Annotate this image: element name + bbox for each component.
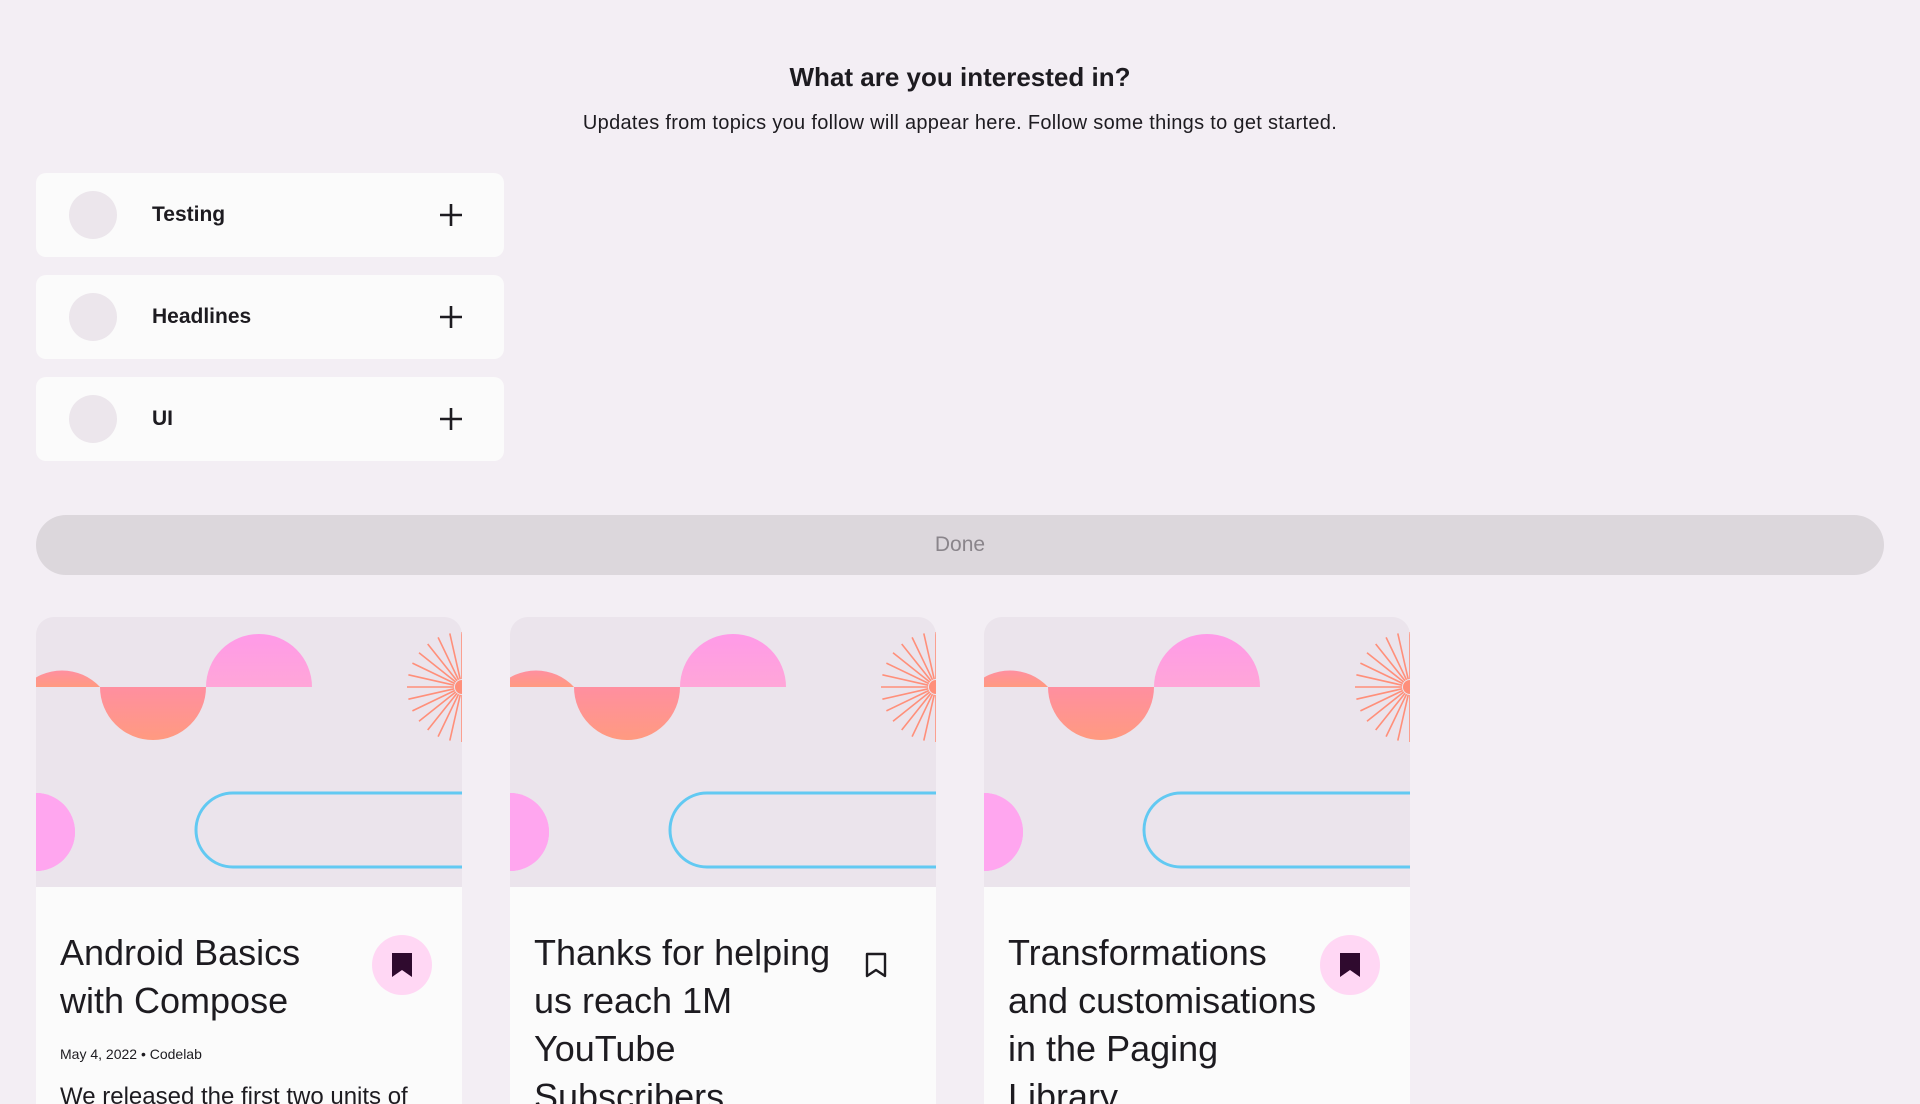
topic-label: UI	[152, 407, 173, 430]
topic-avatar	[69, 395, 117, 443]
topic-avatar	[69, 293, 117, 341]
card-title[interactable]: Transformations and customisations in th…	[1008, 929, 1318, 1104]
card-header-image	[36, 617, 462, 887]
bookmark-filled-icon	[1340, 953, 1360, 977]
bookmark-button[interactable]	[846, 935, 906, 995]
topic-label: Headlines	[152, 305, 252, 328]
news-card[interactable]: Android Basics with Compose May 4, 2022 …	[36, 617, 462, 1104]
plus-icon[interactable]	[429, 193, 473, 237]
topic-row-headlines[interactable]: Headlines	[36, 275, 504, 359]
plus-icon[interactable]	[429, 295, 473, 339]
done-button[interactable]: Done	[36, 515, 1884, 575]
topic-row-testing[interactable]: Testing	[36, 173, 504, 257]
topic-avatar	[69, 191, 117, 239]
plus-icon[interactable]	[429, 397, 473, 441]
card-header-image	[510, 617, 936, 887]
page-subtitle: Updates from topics you follow will appe…	[582, 112, 1338, 134]
card-meta: May 4, 2022 • Codelab	[60, 1046, 202, 1062]
topic-row-ui[interactable]: UI	[36, 377, 504, 461]
news-card[interactable]: Thanks for helping us reach 1M YouTube S…	[510, 617, 936, 1104]
bookmark-button[interactable]	[1320, 935, 1380, 995]
card-title[interactable]: Android Basics with Compose	[60, 929, 370, 1025]
bookmark-outline-icon	[865, 952, 887, 978]
card-summary: We released the first two units of	[60, 1083, 408, 1104]
card-title[interactable]: Thanks for helping us reach 1M YouTube S…	[534, 929, 844, 1104]
bookmark-filled-icon	[392, 953, 412, 977]
card-header-image	[984, 617, 1410, 887]
onboarding-screen: What are you interested in? Updates from…	[0, 0, 1920, 1104]
news-card[interactable]: Transformations and customisations in th…	[984, 617, 1410, 1104]
bookmark-button[interactable]	[372, 935, 432, 995]
page-title: What are you interested in?	[789, 62, 1131, 92]
topic-label: Testing	[152, 203, 226, 226]
